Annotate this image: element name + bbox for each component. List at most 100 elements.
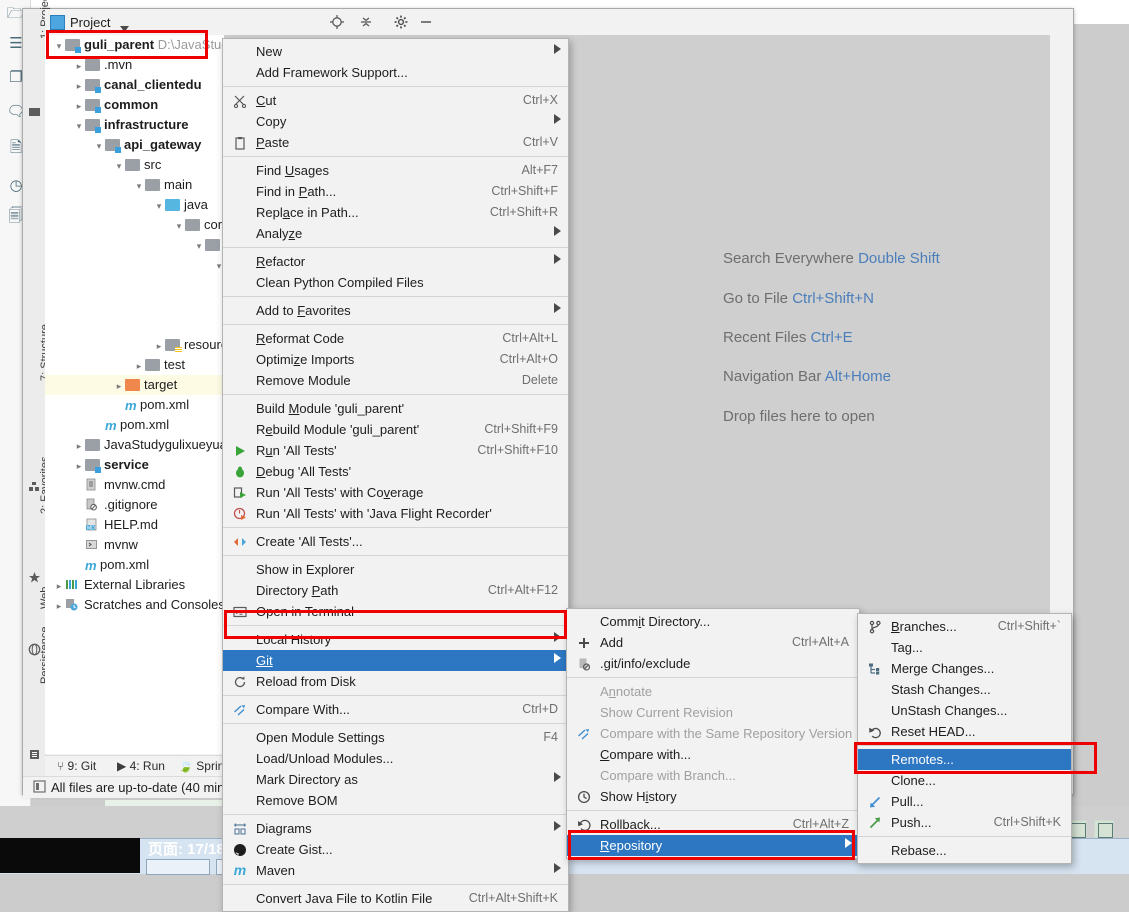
tree-node[interactable]: ▸ <box>45 275 224 295</box>
menu-item-directory-path[interactable]: Directory Path Ctrl+Alt+F12 <box>223 580 568 601</box>
menu-item-show-history[interactable]: Show History <box>567 786 859 807</box>
menu-item-find-in-path[interactable]: Find in Path... Ctrl+Shift+F <box>223 181 568 202</box>
menu-item-create-gist[interactable]: Create Gist... <box>223 839 568 860</box>
menu-item-diagrams[interactable]: Diagrams <box>223 818 568 839</box>
menu-item-merge-changes[interactable]: Merge Changes... <box>858 658 1071 679</box>
tree-node-src[interactable]: ▾ src <box>45 155 224 175</box>
tree-node--mvn[interactable]: ▸ .mvn <box>45 55 224 75</box>
minimize-icon[interactable] <box>418 14 433 29</box>
chevron-right-icon[interactable]: ▸ <box>73 96 85 116</box>
menu-item-analyze[interactable]: Analyze <box>223 223 568 244</box>
menu-item-maven[interactable]: m Maven <box>223 860 568 881</box>
tree-node-guli-parent[interactable]: ▾ guli_parent D:\JavaStud <box>45 35 224 55</box>
chevron-right-icon[interactable]: ▸ <box>73 436 85 456</box>
tree-node-com[interactable]: ▾ com <box>45 215 224 235</box>
menu-item-reset-head[interactable]: Reset HEAD... <box>858 721 1071 742</box>
menu-item-convert-java-file-to-kotlin-file[interactable]: Convert Java File to Kotlin File Ctrl+Alt… <box>223 888 568 909</box>
menu-item-replace-in-path[interactable]: Replace in Path... Ctrl+Shift+R <box>223 202 568 223</box>
menu-item-unstash-changes[interactable]: UnStash Changes... <box>858 700 1071 721</box>
gear-icon[interactable] <box>393 14 408 29</box>
menu-item-git-info-exclude[interactable]: .git/info/exclude <box>567 653 859 674</box>
menu-item-rebuild-module-guli-parent[interactable]: Rebuild Module 'guli_parent' Ctrl+Shift+F… <box>223 419 568 440</box>
menu-item-rollback[interactable]: Rollback... Ctrl+Alt+Z <box>567 814 859 835</box>
menu-item-add-to-favorites[interactable]: Add to Favorites <box>223 300 568 321</box>
tree-node-pom-xml[interactable]: m pom.xml <box>45 555 224 575</box>
chevron-down-icon[interactable]: ▾ <box>133 176 145 196</box>
chevron-down-icon[interactable]: ▾ <box>73 116 85 136</box>
menu-item-add[interactable]: Add Ctrl+Alt+A <box>567 632 859 653</box>
menu-item-compare-with[interactable]: Compare With... Ctrl+D <box>223 699 568 720</box>
tree-node-help-md[interactable]: MD HELP.md <box>45 515 224 535</box>
tree-node-external-libraries[interactable]: ▸ External Libraries <box>45 575 224 595</box>
context-menu[interactable]: New Add Framework Support... Cut Ctrl+X Copy… <box>222 38 569 912</box>
menu-item-debug-all-tests[interactable]: Debug 'All Tests' <box>223 461 568 482</box>
menu-item-copy[interactable]: Copy <box>223 111 568 132</box>
menu-item-refactor[interactable]: Refactor <box>223 251 568 272</box>
menu-item-tag[interactable]: Tag... <box>858 637 1071 658</box>
menu-item-create-all-tests[interactable]: Create 'All Tests'... <box>223 531 568 552</box>
menu-item-cut[interactable]: Cut Ctrl+X <box>223 90 568 111</box>
chevron-down-icon[interactable]: ▾ <box>93 136 105 156</box>
menu-item-reformat-code[interactable]: Reformat Code Ctrl+Alt+L <box>223 328 568 349</box>
menu-item-stash-changes[interactable]: Stash Changes... <box>858 679 1071 700</box>
menu-item-find-usages[interactable]: Find Usages Alt+F7 <box>223 160 568 181</box>
menu-item-run-all-tests[interactable]: Run 'All Tests' Ctrl+Shift+F10 <box>223 440 568 461</box>
locate-icon[interactable] <box>329 14 344 29</box>
menu-item-optimize-imports[interactable]: Optimize Imports Ctrl+Alt+O <box>223 349 568 370</box>
tree-node-api-gateway[interactable]: ▾ api_gateway <box>45 135 224 155</box>
chevron-right-icon[interactable]: ▸ <box>73 56 85 76</box>
menu-item-commit-directory[interactable]: Commit Directory... <box>567 611 859 632</box>
menu-item-pull[interactable]: Pull... <box>858 791 1071 812</box>
tool-window-stripe[interactable]: 1: Project 7: Structure 2: Favorites Web… <box>23 0 51 792</box>
tree-node[interactable]: ▾ <box>45 255 224 275</box>
menu-item-branches[interactable]: Branches... Ctrl+Shift+` <box>858 616 1071 637</box>
menu-item-git[interactable]: Git <box>223 650 568 671</box>
menu-item-compare-with[interactable]: Compare with... <box>567 744 859 765</box>
tree-node-canal-clientedu[interactable]: ▸ canal_clientedu <box>45 75 224 95</box>
menu-item-run-all-tests-with-coverage[interactable]: Run 'All Tests' with Coverage <box>223 482 568 503</box>
tree-node-main[interactable]: ▾ main <box>45 175 224 195</box>
tree-node-java[interactable]: ▾ java <box>45 195 224 215</box>
git-submenu[interactable]: Commit Directory... Add Ctrl+Alt+A .git/inf… <box>566 608 860 859</box>
tree-node-mvnw[interactable]: mvnw <box>45 535 224 555</box>
chevron-right-icon[interactable]: ▸ <box>153 336 165 356</box>
tree-node-target[interactable]: ▸ target <box>45 375 224 395</box>
tree-node-service[interactable]: ▸ service <box>45 455 224 475</box>
tree-node-common[interactable]: ▸ common <box>45 95 224 115</box>
collapse-all-icon[interactable] <box>358 14 373 29</box>
chevron-down-icon[interactable]: ▾ <box>173 216 185 236</box>
chevron-right-icon[interactable]: ▸ <box>53 576 65 596</box>
repository-submenu[interactable]: Branches... Ctrl+Shift+` Tag... Merge Chang… <box>857 613 1072 864</box>
menu-item-clean-python-compiled-files[interactable]: Clean Python Compiled Files <box>223 272 568 293</box>
menu-item-remove-module[interactable]: Remove Module Delete <box>223 370 568 391</box>
chevron-right-icon[interactable]: ▸ <box>73 456 85 476</box>
tree-node-pom-xml[interactable]: m pom.xml <box>45 415 224 435</box>
menu-item-repository[interactable]: Repository <box>567 835 859 856</box>
menu-item-clone[interactable]: Clone... <box>858 770 1071 791</box>
menu-item-mark-directory-as[interactable]: Mark Directory as <box>223 769 568 790</box>
menu-item-local-history[interactable]: Local History <box>223 629 568 650</box>
tree-node--gitignore[interactable]: .gitignore <box>45 495 224 515</box>
tool-window-button-git[interactable]: ⑂ 9: Git <box>57 759 96 773</box>
menu-item-remotes[interactable]: Remotes... <box>858 749 1071 770</box>
menu-item-open-in-terminal[interactable]: Open in Terminal <box>223 601 568 622</box>
chevron-right-icon[interactable]: ▸ <box>133 356 145 376</box>
menu-item-add-framework-support[interactable]: Add Framework Support... <box>223 62 568 83</box>
tree-node-resource[interactable]: ▸ resource <box>45 335 224 355</box>
menu-item-paste[interactable]: Paste Ctrl+V <box>223 132 568 153</box>
tree-node[interactable]: ▸ <box>45 315 224 335</box>
tree-node-pom-xml[interactable]: m pom.xml <box>45 395 224 415</box>
menu-item-load-unload-modules[interactable]: Load/Unload Modules... <box>223 748 568 769</box>
tool-window-button-run[interactable]: ▶ 4: Run <box>117 759 165 773</box>
tree-node-scratches-and-consoles[interactable]: ▸ Scratches and Consoles <box>45 595 224 615</box>
chevron-down-icon[interactable]: ▾ <box>153 196 165 216</box>
menu-item-run-all-tests-with-java-flight-recorder[interactable]: Run 'All Tests' with 'Java Flight Record… <box>223 503 568 524</box>
menu-item-remove-bom[interactable]: Remove BOM <box>223 790 568 811</box>
tree-node-infrastructure[interactable]: ▾ infrastructure <box>45 115 224 135</box>
menu-item-reload-from-disk[interactable]: Reload from Disk <box>223 671 568 692</box>
project-tree[interactable]: ▾ guli_parent D:\JavaStud ▸ .mvn ▸ canal_clie… <box>45 35 224 720</box>
menu-item-open-module-settings[interactable]: Open Module Settings F4 <box>223 727 568 748</box>
menu-item-show-in-explorer[interactable]: Show in Explorer <box>223 559 568 580</box>
chevron-down-icon[interactable]: ▾ <box>193 236 205 256</box>
tree-node[interactable]: ▸ <box>45 295 224 315</box>
